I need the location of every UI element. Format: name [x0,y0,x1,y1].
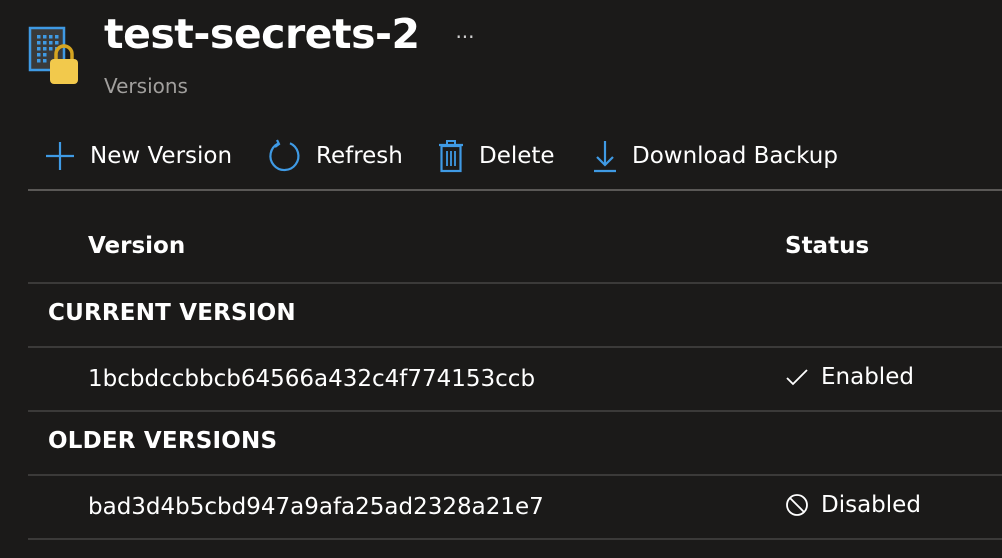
status-cell: Enabled [785,364,914,390]
status-text: Disabled [821,492,921,518]
table-row[interactable]: 1bcbdccbbcb64566a432c4f774153ccb Enabled [28,348,1002,412]
version-id[interactable]: bad3d4b5cbd947a9afa25ad2328a21e7 [88,494,544,520]
status-text: Enabled [821,364,914,390]
refresh-icon [269,139,300,172]
refresh-label: Refresh [316,143,403,169]
version-id[interactable]: 1bcbdccbbcb64566a432c4f774153ccb [88,366,535,392]
download-icon [594,141,616,173]
group-header-older: OLDER VERSIONS [28,412,1002,476]
plus-icon [46,142,74,170]
download-backup-label: Download Backup [632,143,838,169]
delete-label: Delete [479,143,555,169]
group-label: OLDER VERSIONS [48,428,278,454]
group-label: CURRENT VERSION [48,300,296,326]
delete-button[interactable]: Delete [437,128,555,184]
page-header: test-secrets-2 ··· Versions [0,0,1002,110]
download-backup-button[interactable]: Download Backup [592,128,838,184]
command-bar: New Version Refresh Delete Download Back… [0,128,1002,188]
trash-icon [439,140,463,173]
new-version-label: New Version [90,143,233,169]
status-column-header[interactable]: Status [785,233,869,259]
page-subtitle: Versions [104,74,188,98]
refresh-button[interactable]: Refresh [268,128,403,184]
new-version-button[interactable]: New Version [44,128,232,184]
versions-table: Version Status CURRENT VERSION 1bcbdccbb… [28,191,1002,540]
page-title: test-secrets-2 [104,10,420,58]
group-header-current: CURRENT VERSION [28,284,1002,348]
disabled-circle-icon [786,494,808,516]
checkmark-icon [786,369,808,386]
table-row[interactable]: bad3d4b5cbd947a9afa25ad2328a21e7 Disable… [28,476,1002,540]
status-cell: Disabled [785,492,921,518]
table-header-row: Version Status [28,191,1002,284]
key-vault-secret-icon [28,26,84,86]
version-column-header[interactable]: Version [88,233,185,259]
more-options-button[interactable]: ··· [450,22,480,52]
